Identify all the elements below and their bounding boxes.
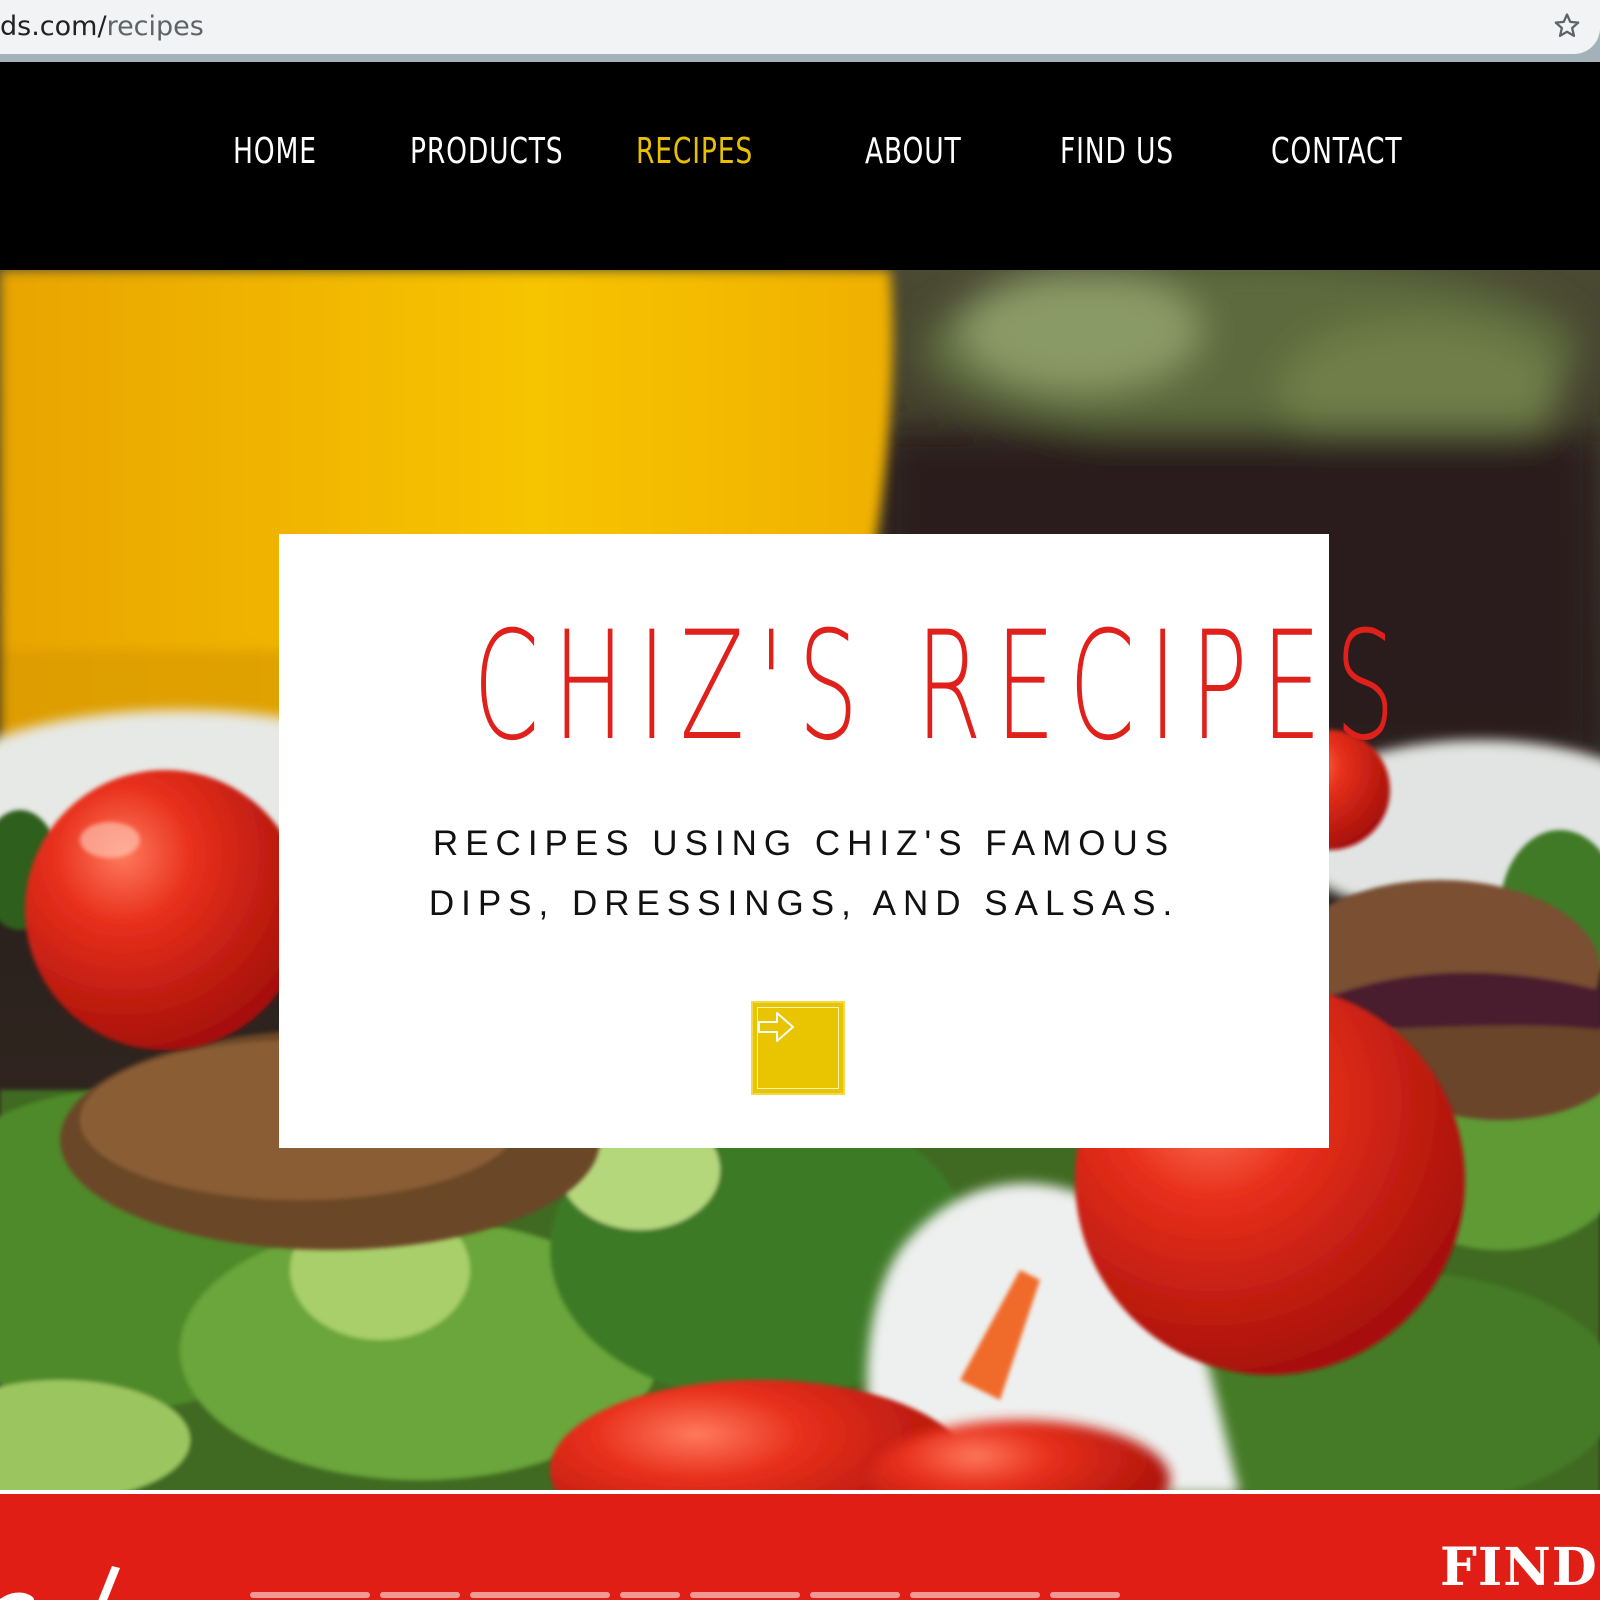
hero-title: CHIZ'S RECIPES (473, 600, 1409, 774)
hero-subtitle-line-1: RECIPES USING CHIZ'S FAMOUS (432, 824, 1176, 863)
nav-item-recipes[interactable]: RECIPES (636, 122, 753, 182)
recipes-arrow-button[interactable] (751, 1001, 845, 1095)
arrow-right-icon (758, 1012, 794, 1042)
nav-item-find-us[interactable]: FIND US (1060, 122, 1174, 182)
hero-card: CHIZ'S RECIPES RECIPES USING CHIZ'S FAMO… (279, 534, 1409, 1148)
hero-subtitle-line-2: DIPS, DRESSINGS, AND SALSAS. (428, 884, 1180, 923)
nav-item-home[interactable]: HOME (233, 122, 317, 182)
bookmark-star-icon[interactable] (1552, 11, 1582, 41)
main-navigation: HOME PRODUCTS RECIPES ABOUT FIND US CONT… (0, 62, 1600, 270)
nav-item-about[interactable]: ABOUT (865, 122, 962, 182)
band-blurred-text (250, 1578, 1300, 1600)
nav-item-products[interactable]: PRODUCTS (410, 122, 563, 182)
find-heading: FIND (1440, 1537, 1598, 1598)
brand-logo-icon (0, 1566, 120, 1600)
nav-item-contact[interactable]: CONTACT (1271, 122, 1402, 182)
footer-band: FIND (0, 1494, 1600, 1600)
address-bar[interactable]: ds.com/recipes (0, 0, 1600, 54)
hero-section: CHIZ'S RECIPES RECIPES USING CHIZ'S FAMO… (0, 270, 1600, 1494)
url-text[interactable]: ds.com/recipes (0, 8, 204, 46)
url-domain: ds.com/ (0, 11, 107, 42)
browser-toolbar: ds.com/recipes (0, 0, 1600, 62)
url-path: recipes (106, 11, 204, 42)
hero-subtitle: RECIPES USING CHIZ'S FAMOUS DIPS, DRESSI… (279, 814, 1329, 934)
